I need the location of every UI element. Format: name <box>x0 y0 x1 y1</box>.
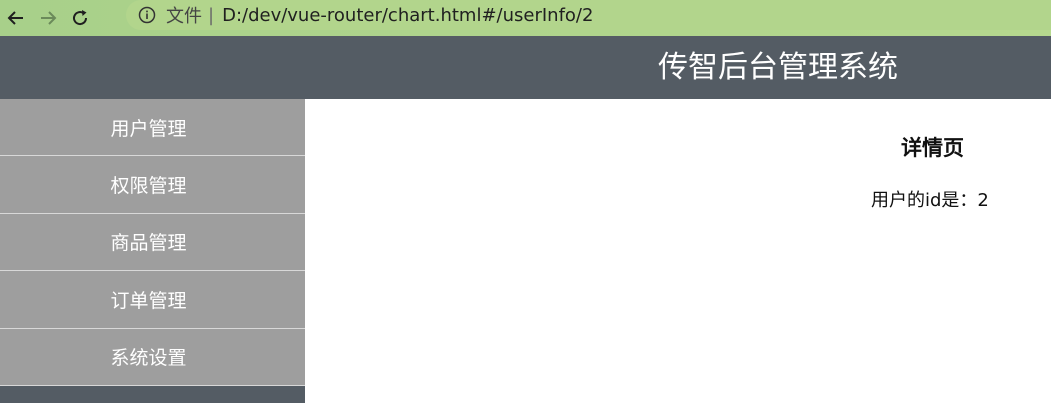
arrow-right-icon <box>41 11 57 25</box>
sidebar-item-product-management[interactable]: 商品管理 <box>0 213 305 272</box>
main-content: 详情页 用户的id是：2 <box>305 99 1051 403</box>
back-button[interactable] <box>2 4 30 32</box>
info-circle-icon[interactable] <box>138 6 156 24</box>
reload-button[interactable] <box>66 4 94 32</box>
sidebar-item-system-settings[interactable]: 系统设置 <box>0 328 305 386</box>
address-separator: | <box>208 4 215 26</box>
user-id-text: 用户的id是：2 <box>871 190 989 211</box>
sidebar-item-order-management[interactable]: 订单管理 <box>0 271 305 329</box>
sidebar-item-user-management[interactable]: 用户管理 <box>0 99 305 157</box>
browser-toolbar: 文件 | D:/dev/vue-router/chart.html#/userI… <box>0 0 1051 36</box>
sidebar: 用户管理 权限管理 商品管理 订单管理 系统设置 <box>0 99 305 403</box>
page-title: 传智后台管理系统 <box>658 50 898 85</box>
detail-title: 详情页 <box>901 136 964 160</box>
scheme-label: 文件 <box>166 6 202 27</box>
reload-icon <box>73 10 88 26</box>
arrow-left-icon <box>7 11 23 25</box>
forward-button[interactable] <box>34 4 62 32</box>
sidebar-item-permission-management[interactable]: 权限管理 <box>0 156 305 214</box>
address-bar[interactable]: 文件 | D:/dev/vue-router/chart.html#/userI… <box>126 0 1051 30</box>
url-text[interactable]: D:/dev/vue-router/chart.html#/userInfo/2 <box>222 5 593 26</box>
